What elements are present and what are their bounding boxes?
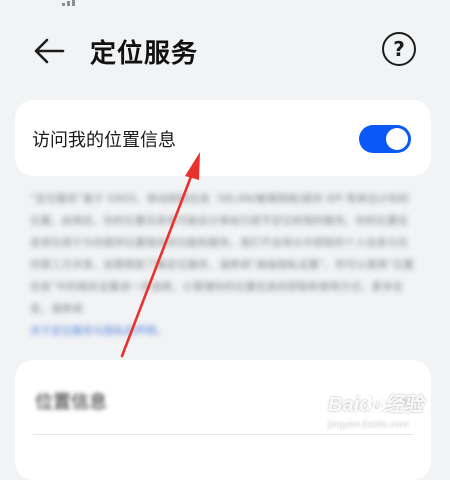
privacy-statement-link[interactable]: 关于定位服务与隐私的声明。 bbox=[30, 320, 414, 342]
status-bar-signal-icon bbox=[62, 0, 76, 6]
location-access-label: 访问我的位置信息 bbox=[32, 130, 176, 151]
question-circle-icon: ? bbox=[393, 37, 405, 61]
help-button[interactable]: ? bbox=[382, 32, 416, 66]
location-access-card: 访问我的位置信息 bbox=[15, 100, 431, 176]
arrow-left-icon bbox=[34, 38, 65, 64]
app-header: 定位服务 ? bbox=[0, 20, 450, 80]
location-info-label: 位置信息 bbox=[35, 392, 107, 413]
back-button[interactable] bbox=[28, 30, 70, 72]
location-access-toggle[interactable] bbox=[359, 125, 411, 153]
watermark-url: jingyan.baidu.com bbox=[328, 419, 410, 429]
toggle-knob bbox=[386, 128, 408, 150]
location-description: “定位服务”基于 GNSS、移动网络信息（WLAN/蜂窝网络)提供 API 等来… bbox=[30, 188, 414, 342]
page-title: 定位服务 bbox=[90, 39, 199, 69]
baidu-watermark: Baidu经验 jingyan.baidu.com bbox=[328, 388, 438, 440]
location-description-text: “定位服务”基于 GNSS、移动网络信息（WLAN/蜂窝网络)提供 API 等来… bbox=[30, 193, 414, 315]
paw-logo-icon bbox=[366, 390, 388, 412]
